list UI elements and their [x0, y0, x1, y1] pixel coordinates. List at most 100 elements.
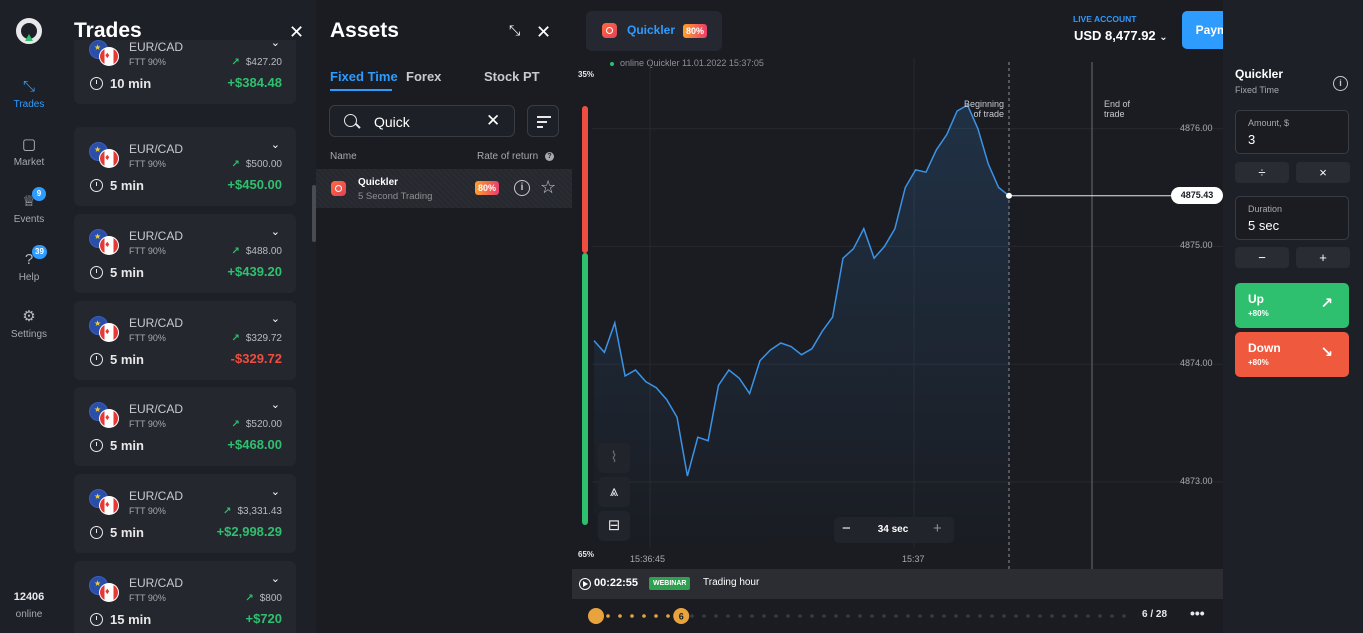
trades-panel: Trades ✕ EUR/CADFTT 90%⌄↗$427.2010 min+$…	[58, 0, 350, 633]
canada-flag-icon	[99, 496, 119, 515]
progress-dot	[666, 614, 670, 618]
chevron-down-icon[interactable]: ⌄	[271, 312, 280, 325]
duration-minus-button[interactable]: −	[1235, 247, 1289, 268]
info-icon[interactable]: i	[1333, 76, 1348, 91]
multiply-amount-button[interactable]: ×	[1296, 162, 1350, 183]
trade-card[interactable]: EUR/CAD FTT 90% ⌄ ↗ $800 15 min +$720	[74, 561, 296, 633]
progress-dot	[810, 614, 814, 618]
progress-dot	[1098, 614, 1102, 618]
asset-name: Quickler	[358, 177, 399, 188]
trade-ftt: FTT 90%	[129, 57, 166, 67]
nav-market[interactable]: ▢ Market	[0, 136, 58, 168]
column-rate[interactable]: Rate of return	[477, 151, 538, 162]
chart-asset-tab[interactable]: Quickler 80%	[586, 11, 722, 51]
close-icon[interactable]: ✕	[536, 22, 551, 43]
duration-field[interactable]: Duration 5 sec	[1235, 196, 1349, 240]
trade-begin-label-line2: of trade	[973, 109, 1004, 119]
info-icon[interactable]: ?	[545, 152, 554, 161]
progress-dot	[918, 614, 922, 618]
trades-list[interactable]: EUR/CADFTT 90%⌄↗$427.2010 min+$384.48EUR…	[74, 40, 296, 633]
divide-amount-button[interactable]: ÷	[1235, 162, 1289, 183]
amount-field[interactable]: Amount, $ 3	[1235, 110, 1349, 154]
trade-card[interactable]: EUR/CAD FTT 90% ⌄ ↗ $488.00 5 min +$439.20	[74, 214, 296, 293]
webinar-title: Trading hour	[703, 577, 760, 588]
progress-dot	[738, 614, 742, 618]
up-payout: +80%	[1248, 309, 1269, 318]
trade-card[interactable]: EUR/CAD FTT 90% ⌄ ↗ $520.00 5 min +$468.00	[74, 387, 296, 466]
arrow-up-right-icon: ↗	[231, 57, 240, 68]
progress-dot	[726, 614, 730, 618]
nav-help[interactable]: ? 39 Help	[0, 245, 58, 283]
info-icon[interactable]: i	[514, 180, 530, 196]
progress-dot	[954, 614, 958, 618]
minimize-icon[interactable]: ⤡	[509, 22, 520, 39]
chevron-down-icon[interactable]: ⌄	[271, 572, 280, 585]
progress-dot	[774, 614, 778, 618]
asset-row-quickler[interactable]: Quickler 5 Second Trading 80% i ☆	[316, 169, 572, 208]
assets-title: Assets	[330, 19, 399, 42]
progress-dot	[1050, 614, 1054, 618]
nav-settings[interactable]: ⚙ Settings	[0, 308, 58, 340]
logo-icon[interactable]	[16, 18, 42, 44]
timeframe-plus-button[interactable]: +	[933, 520, 942, 537]
trade-panel: Quickler Fixed Time i Amount, $ 3 ÷ × Du…	[1223, 0, 1363, 633]
progress-dot	[690, 614, 694, 618]
chevron-down-icon[interactable]: ⌄	[271, 485, 280, 498]
clear-icon[interactable]: ✕	[486, 111, 500, 131]
progress-dot	[798, 614, 802, 618]
nav-events[interactable]: ♕ 9 Events	[0, 187, 58, 225]
trophy-icon: ♕ 9	[20, 187, 46, 211]
rate-badge: 80%	[683, 24, 708, 38]
trade-card[interactable]: EUR/CAD FTT 90% ⌄ ↗ $3,331.43 5 min +$2,998.29	[74, 474, 296, 553]
trade-investment: ↗ $329.72	[231, 333, 282, 344]
clock-icon	[90, 179, 103, 192]
more-icon[interactable]: •••	[1190, 605, 1205, 621]
gear-icon: ⚙	[22, 308, 36, 325]
quickler-icon	[331, 181, 346, 196]
trade-investment-value: $800	[259, 593, 282, 604]
trade-pair: EUR/CAD	[129, 40, 184, 54]
progress-dot	[762, 614, 766, 618]
progress-dot	[1014, 614, 1018, 618]
progress-dot	[1038, 614, 1042, 618]
price-chart[interactable]	[572, 58, 1223, 569]
webinar-bar[interactable]: 00:22:55 WEBINAR Trading hour	[572, 569, 1223, 599]
duration-plus-button[interactable]: +	[1296, 247, 1350, 268]
trade-profit: +$450.00	[227, 177, 282, 192]
tab-stock-pt[interactable]: Stock PT	[484, 69, 540, 84]
eur-cad-flag-icon	[89, 489, 121, 515]
trade-card[interactable]: EUR/CAD FTT 90% ⌄ ↗ $329.72 5 min -$329.72	[74, 301, 296, 380]
down-button[interactable]: Down +80% ↘	[1235, 332, 1349, 377]
help-question-icon: ? 39	[20, 245, 47, 269]
chevron-down-icon[interactable]: ⌄	[271, 138, 280, 151]
tab-fixed-time[interactable]: Fixed Time	[330, 69, 398, 84]
progress-dot	[1074, 614, 1078, 618]
price-tick: 4874.00	[1180, 358, 1213, 369]
trade-card[interactable]: EUR/CAD FTT 90% ⌄ ↗ $427.20 10 min +$384.48	[74, 40, 296, 104]
down-label: Down	[1248, 341, 1281, 355]
trade-investment: ↗ $488.00	[231, 246, 282, 257]
search-input[interactable]	[374, 113, 484, 131]
star-icon[interactable]: ☆	[540, 177, 556, 198]
nav-trades[interactable]: ⤡ Trades	[0, 78, 58, 110]
progress-dot	[1086, 614, 1090, 618]
price-area	[594, 105, 1009, 548]
indicators-icon[interactable]: ⊟	[598, 511, 630, 541]
canada-flag-icon	[99, 323, 119, 342]
sort-button[interactable]	[527, 105, 559, 137]
up-button[interactable]: Up +80% ↗	[1235, 283, 1349, 328]
account-balance[interactable]: USD 8,477.92 ⌄	[1074, 28, 1168, 43]
chart-type-icon[interactable]: ⌇	[598, 443, 630, 473]
trade-card[interactable]: EUR/CAD FTT 90% ⌄ ↗ $500.00 5 min +$450.00	[74, 127, 296, 206]
chevron-down-icon[interactable]: ⌄	[271, 398, 280, 411]
trade-pair: EUR/CAD	[129, 489, 184, 503]
chevron-down-icon[interactable]: ⌄	[271, 40, 280, 49]
tab-forex[interactable]: Forex	[406, 69, 441, 84]
trade-asset-name: Quickler	[1235, 67, 1284, 81]
level-progress-track[interactable]: 6	[572, 599, 1132, 633]
chevron-down-icon[interactable]: ⌄	[271, 225, 280, 238]
current-price-dot	[1006, 192, 1012, 199]
trade-investment-value: $329.72	[245, 333, 282, 344]
timeframe-minus-button[interactable]: −	[842, 520, 851, 537]
drawing-tools-icon[interactable]: ⩓	[598, 477, 630, 507]
